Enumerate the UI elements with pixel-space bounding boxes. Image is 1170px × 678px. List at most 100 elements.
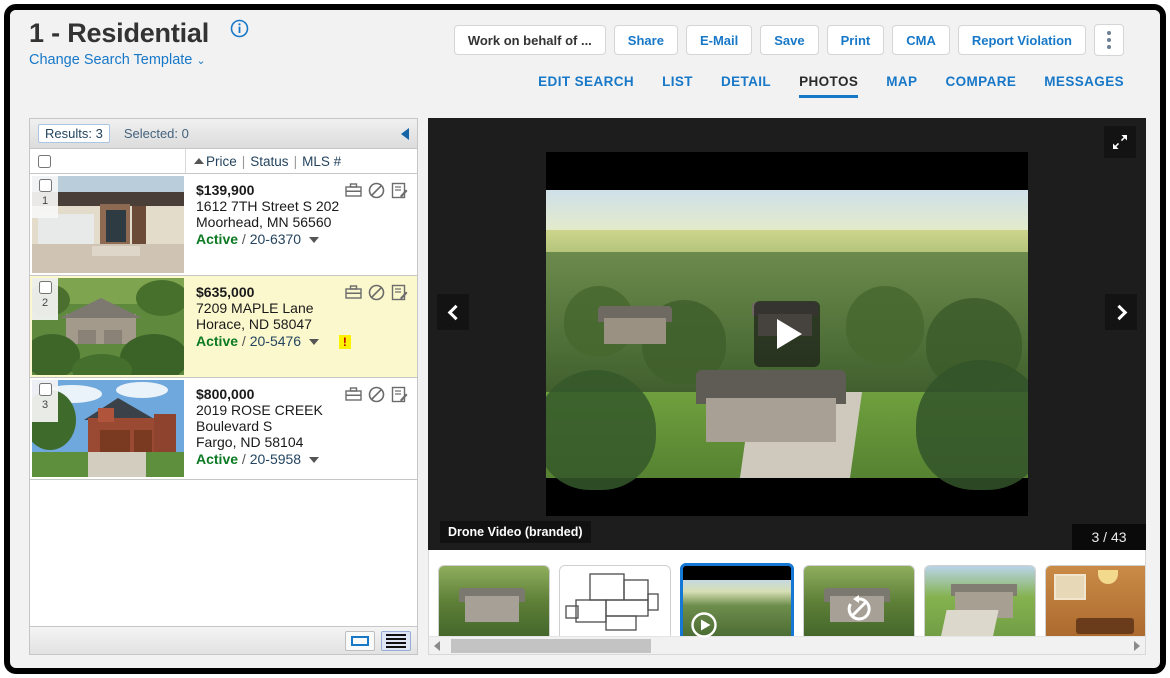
page-title: 1 - Residential (29, 18, 210, 48)
select-all-cell (30, 149, 186, 173)
column-separator-2: | (293, 153, 298, 169)
status-separator: / (241, 333, 246, 349)
thumbnail-driveway[interactable] (924, 565, 1036, 645)
play-icon (691, 612, 717, 638)
results-panel: Results: 3 Selected: 0 Price | Status | … (24, 118, 418, 655)
tab-messages[interactable]: MESSAGES (1044, 74, 1124, 98)
row-menu-caret-icon[interactable] (308, 237, 319, 244)
scrollbar-track[interactable] (445, 637, 1129, 654)
table-row[interactable]: 1 $139,900 1612 7TH Street S 202 Moorhea… (30, 174, 417, 276)
results-toolbar: Results: 3 Selected: 0 (30, 119, 417, 149)
tab-map[interactable]: MAP (886, 74, 917, 98)
tree-blob (916, 360, 1028, 490)
status-badge: Active (196, 451, 239, 467)
thumbnail-drone-video[interactable] (680, 563, 794, 647)
thumbnail-aerial-1[interactable] (438, 565, 550, 645)
sort-by-mls-link[interactable]: MLS # (302, 154, 341, 169)
media-stage[interactable] (546, 152, 1028, 516)
listing-address-line3: Fargo, ND 58104 (196, 434, 304, 450)
listing-address-line2: Horace, ND 58047 (196, 316, 312, 332)
info-circle-icon[interactable] (230, 19, 249, 43)
listing-mls-number: 20-5958 (249, 451, 302, 467)
briefcase-icon[interactable] (345, 387, 362, 407)
change-search-template-link[interactable]: Change Search Template ⌄ (29, 52, 249, 68)
chevron-left-icon[interactable] (437, 294, 469, 330)
section-tabs: EDIT SEARCH LIST DETAIL PHOTOS MAP COMPA… (538, 74, 1124, 98)
row-number: 2 (41, 297, 49, 309)
photo-counter: 3 / 43 (1072, 524, 1146, 550)
row-action-icons (345, 182, 408, 204)
change-search-template-label: Change Search Template (29, 52, 193, 68)
save-button[interactable]: Save (760, 25, 819, 55)
sort-ascending-icon[interactable] (194, 158, 204, 164)
scroll-left-arrow-icon[interactable] (429, 640, 445, 651)
status-separator: / (241, 231, 246, 247)
sort-by-price-link[interactable]: Price (206, 154, 237, 169)
cma-button[interactable]: CMA (892, 25, 950, 55)
thumbnail-floorplan[interactable] (559, 565, 671, 645)
thumbnail-art (560, 566, 670, 644)
status-separator: / (241, 451, 246, 467)
row-checkbox[interactable] (38, 179, 52, 192)
sort-by-status-link[interactable]: Status (250, 154, 288, 169)
notes-icon[interactable] (391, 284, 408, 306)
thumbnail-art (925, 566, 1035, 644)
listing-address-line2: Boulevard S (196, 418, 273, 434)
listing-info-cell: $635,000 7209 MAPLE Lane Horace, ND 5804… (186, 276, 417, 377)
row-number: 3 (41, 399, 49, 411)
tab-detail[interactable]: DETAIL (721, 74, 771, 98)
row-menu-caret-icon[interactable] (308, 457, 319, 464)
listing-thumbnail-cell[interactable]: 1 (30, 174, 186, 275)
listing-thumbnail-cell[interactable]: 3 (24, 378, 186, 479)
rotate-icon (844, 594, 871, 621)
thumbnail-aerial-2[interactable] (803, 565, 915, 645)
notes-icon[interactable] (391, 182, 408, 204)
card-view-icon[interactable] (345, 630, 375, 651)
work-on-behalf-of-button[interactable]: Work on behalf of ... (453, 25, 606, 55)
tab-photos[interactable]: PHOTOS (799, 74, 859, 98)
browser-window-frame: 1 - Residential Change Search Template ⌄ … (4, 4, 1166, 674)
listing-status-line: Active / 20-5476 ! (196, 333, 409, 350)
row-select-badge: 1 (32, 176, 58, 218)
print-button[interactable]: Print (826, 25, 885, 55)
thumbnail-dining-room[interactable] (1045, 565, 1145, 645)
tab-compare[interactable]: COMPARE (945, 74, 1016, 98)
collapse-left-arrow-icon[interactable] (401, 128, 409, 140)
no-entry-icon[interactable] (368, 182, 385, 204)
results-count-badge[interactable]: Results: 3 (38, 124, 110, 143)
listing-status-line: Active / 20-5958 (196, 451, 409, 468)
tab-list[interactable]: LIST (662, 74, 693, 98)
play-icon[interactable] (754, 301, 820, 367)
share-button[interactable]: Share (613, 25, 678, 55)
listing-thumbnail-cell[interactable]: 2 (24, 276, 188, 386)
no-entry-icon[interactable] (368, 284, 385, 306)
row-checkbox[interactable] (38, 281, 52, 294)
row-action-icons (345, 284, 408, 306)
row-action-icons (345, 386, 408, 408)
tab-edit-search[interactable]: EDIT SEARCH (538, 74, 634, 98)
select-all-checkbox[interactable] (38, 154, 51, 168)
kebab-menu-icon[interactable] (1094, 24, 1124, 56)
no-entry-icon[interactable] (368, 386, 385, 408)
row-select-badge: 3 (32, 380, 58, 422)
notes-icon[interactable] (391, 386, 408, 408)
chevron-right-icon[interactable] (1105, 294, 1137, 330)
thumbnail-scrollbar[interactable] (428, 636, 1146, 655)
table-row[interactable]: 3 $800,000 2019 ROSE CREEK Boulevard S F… (24, 378, 417, 480)
row-number: 1 (41, 195, 49, 207)
tree-blob (846, 286, 924, 364)
list-view-icon[interactable] (381, 630, 411, 651)
tree-blob (546, 370, 656, 490)
briefcase-icon[interactable] (345, 183, 362, 203)
expand-fullscreen-icon[interactable] (1104, 126, 1136, 158)
table-row[interactable]: 2 $635,000 7209 MAPLE Lane Horace, ND 58… (24, 276, 417, 386)
scrollbar-thumb[interactable] (451, 639, 651, 653)
sort-controls: Price | Status | MLS # (186, 154, 341, 169)
email-button[interactable]: E-Mail (685, 25, 753, 55)
briefcase-icon[interactable] (345, 285, 362, 305)
row-checkbox[interactable] (38, 383, 52, 396)
alert-flag-badge[interactable]: ! (338, 335, 351, 350)
row-menu-caret-icon[interactable] (308, 339, 319, 346)
report-violation-button[interactable]: Report Violation (957, 25, 1086, 55)
scroll-right-arrow-icon[interactable] (1129, 640, 1145, 651)
